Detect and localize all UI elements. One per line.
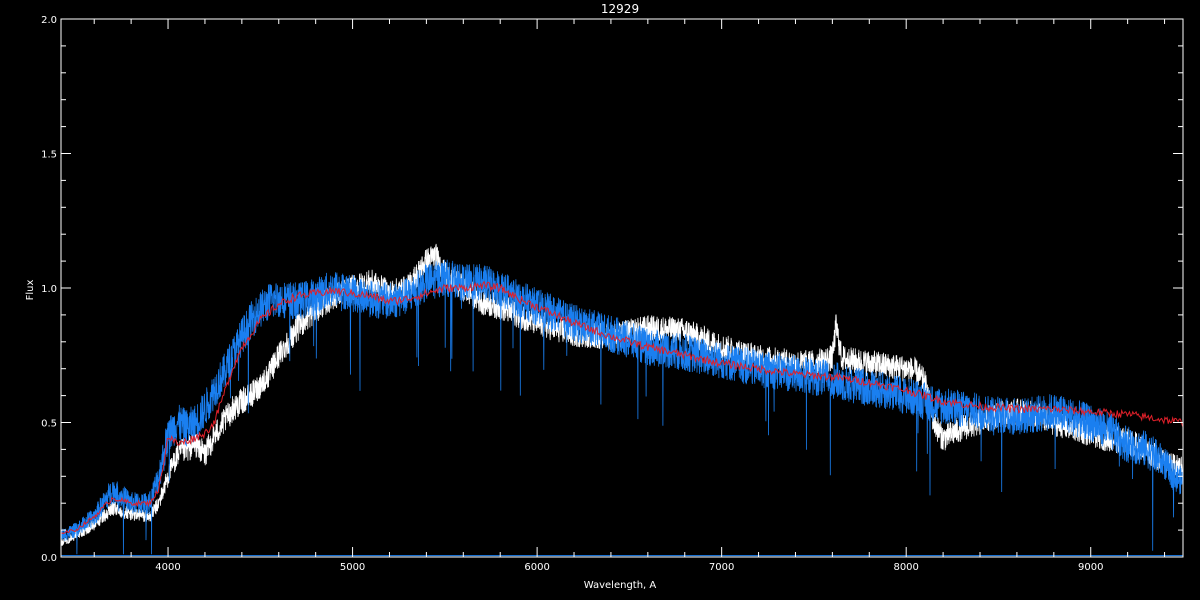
spectrum-chart: 4000 5000 6000 7000 8000 90000.00.51.01.52.0 … <box>0 0 1200 600</box>
x-tick-label: 8000 <box>893 562 918 573</box>
y-tick-label: 2.0 <box>41 15 57 26</box>
x-tick-label: 7000 <box>709 562 734 573</box>
x-tick-label: 9000 <box>1078 562 1103 573</box>
y-tick-label: 1.5 <box>41 150 57 161</box>
x-tick-label: 6000 <box>524 562 549 573</box>
y-tick-label: 1.0 <box>41 284 57 295</box>
y-tick-label: 0.5 <box>41 419 57 430</box>
x-tick-label: 5000 <box>340 562 365 573</box>
x-axis-label: Wavelength, A <box>584 580 657 591</box>
y-axis-label: Flux <box>25 280 36 301</box>
y-tick-label: 0.0 <box>41 553 57 564</box>
x-tick-label: 4000 <box>155 562 180 573</box>
chart-background <box>0 0 1200 600</box>
chart-title: 12929 <box>601 2 639 16</box>
